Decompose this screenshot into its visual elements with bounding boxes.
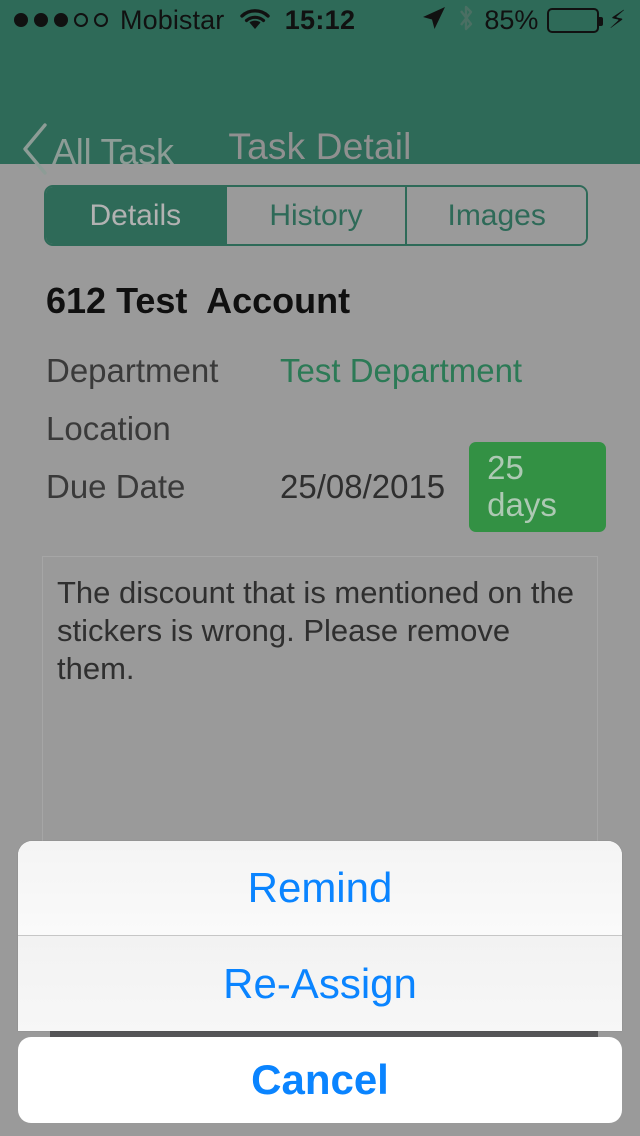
wifi-icon	[238, 5, 272, 36]
bluetooth-icon	[457, 4, 475, 37]
signal-dot-1	[14, 13, 28, 27]
tab-history[interactable]: History	[226, 187, 408, 244]
due-date-label: Due Date	[46, 468, 186, 505]
status-bar-left: Mobistar	[14, 5, 272, 36]
signal-dot-2	[34, 13, 48, 27]
page-title: Task Detail	[228, 126, 412, 167]
remind-button[interactable]: Remind	[18, 841, 622, 936]
cancel-button[interactable]: Cancel	[18, 1037, 622, 1123]
field-row-due-date: Due Date 25/08/2015 25 days	[46, 442, 606, 532]
field-row-department: Department Test Department	[46, 342, 606, 400]
signal-dot-5	[94, 13, 108, 27]
navigation-bar: All Task Task Detail	[0, 40, 640, 204]
lightning-bolt-icon: ⚡	[608, 5, 626, 34]
battery-icon	[547, 7, 604, 33]
battery-percentage: 85%	[484, 4, 539, 35]
location-label: Location	[46, 410, 171, 447]
due-date-value: 25/08/2015	[280, 468, 446, 505]
task-title: 612 Test Account	[46, 280, 351, 321]
signal-dot-4	[74, 13, 88, 27]
tab-details[interactable]: Details	[46, 187, 227, 244]
carrier-name: Mobistar	[120, 4, 225, 35]
days-remaining-badge: 25 days	[469, 442, 606, 532]
re-assign-button[interactable]: Re-Assign	[18, 936, 622, 1031]
department-label: Department	[46, 352, 219, 389]
description-text: The discount that is mentioned on the st…	[57, 575, 574, 686]
signal-strength-dots	[14, 13, 108, 27]
status-bar: Mobistar 15:12 85% ⚡	[0, 0, 640, 40]
segmented-control[interactable]: Details History Images	[44, 185, 588, 246]
action-sheet: Remind Re-Assign	[18, 841, 622, 1031]
location-arrow-icon	[420, 4, 448, 37]
tab-images[interactable]: Images	[407, 187, 586, 244]
department-value: Test Department	[280, 352, 523, 389]
status-bar-right: 85% ⚡	[420, 4, 626, 37]
signal-dot-3	[54, 13, 68, 27]
